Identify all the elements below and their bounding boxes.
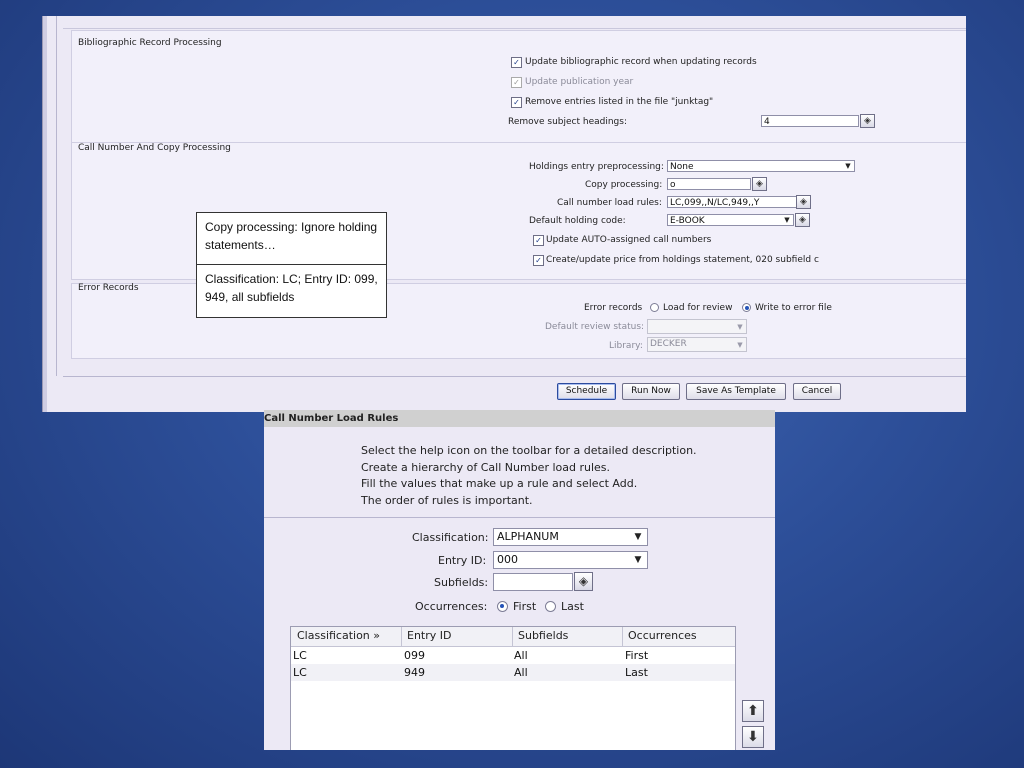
- create-price-checkbox[interactable]: ✓: [533, 255, 544, 266]
- help-diamond-icon[interactable]: ◈: [795, 213, 810, 227]
- col-divider: [622, 627, 623, 646]
- load-rules-title: Call Number Load Rules: [264, 410, 775, 427]
- update-bib-checkbox[interactable]: ✓: [511, 57, 522, 68]
- callout-copy-processing: Copy processing: Ignore holding statemen…: [196, 212, 387, 265]
- update-pub-year-label: Update publication year: [525, 77, 634, 87]
- error-records-label: Error records: [584, 303, 643, 313]
- rules-table: Classification » Entry ID Subfields Occu…: [290, 626, 736, 750]
- errors-section-title: Error Records: [78, 283, 139, 293]
- chevron-down-icon[interactable]: ▼: [632, 531, 644, 543]
- subfields-label: Subfields:: [434, 576, 489, 589]
- classification-label: Classification:: [412, 531, 489, 544]
- table-row[interactable]: LC 099 All First: [291, 647, 735, 664]
- help-diamond-icon[interactable]: ◈: [574, 572, 593, 591]
- write-error-radio[interactable]: [742, 303, 751, 312]
- instruction-line: Fill the values that make up a rule and …: [361, 477, 638, 490]
- chevron-down-icon[interactable]: ▼: [632, 554, 644, 566]
- load-review-label: Load for review: [663, 303, 733, 313]
- help-diamond-icon[interactable]: ◈: [860, 114, 875, 128]
- instructions-divider: [264, 517, 775, 518]
- col-header-occurrences[interactable]: Occurrences: [628, 627, 697, 645]
- col-header-entry-id[interactable]: Entry ID: [407, 627, 451, 645]
- load-review-radio[interactable]: [650, 303, 659, 312]
- last-label: Last: [561, 600, 584, 613]
- occurrences-label: Occurrences:: [415, 600, 488, 613]
- col-divider: [512, 627, 513, 646]
- update-pub-year-checkbox: ✓: [511, 77, 522, 88]
- default-review-label: Default review status:: [545, 322, 645, 332]
- col-header-classification[interactable]: Classification »: [297, 627, 380, 645]
- remove-subject-input[interactable]: 4: [761, 115, 859, 127]
- instruction-line: Select the help icon on the toolbar for …: [361, 444, 697, 457]
- classification-select[interactable]: ALPHANUM: [493, 528, 648, 546]
- subfields-input[interactable]: [493, 573, 573, 591]
- write-error-label: Write to error file: [755, 303, 832, 313]
- save-template-button[interactable]: Save As Template: [686, 383, 786, 400]
- cell-occurrences: First: [625, 649, 649, 662]
- update-auto-label: Update AUTO-assigned call numbers: [546, 235, 712, 245]
- chevron-down-icon: ▼: [737, 341, 743, 349]
- col-header-subfields[interactable]: Subfields: [518, 627, 568, 645]
- help-diamond-icon[interactable]: ◈: [796, 195, 811, 209]
- entry-id-label: Entry ID:: [438, 554, 487, 567]
- load-rules-input[interactable]: LC,099,,N/LC,949,,Y: [667, 196, 797, 208]
- cell-classification: LC: [293, 649, 307, 662]
- cell-entry-id: 949: [404, 666, 425, 679]
- cell-classification: LC: [293, 666, 307, 679]
- top-divider: [63, 16, 966, 29]
- table-row[interactable]: LC 949 All Last: [291, 664, 735, 681]
- run-now-button[interactable]: Run Now: [622, 383, 680, 400]
- first-radio[interactable]: [497, 601, 508, 612]
- holdings-label: Holdings entry preprocessing:: [529, 162, 664, 172]
- default-review-select: [647, 319, 747, 334]
- holdings-select[interactable]: None: [667, 160, 855, 172]
- report-settings-window: Bibliographic Record Processing ✓ Update…: [42, 16, 966, 412]
- schedule-button[interactable]: Schedule: [557, 383, 616, 400]
- arrow-down-icon[interactable]: ⬇: [742, 726, 764, 748]
- arrow-up-icon[interactable]: ⬆: [742, 700, 764, 722]
- copy-processing-label: Copy processing:: [585, 180, 663, 190]
- entry-id-select[interactable]: 000: [493, 551, 648, 569]
- update-bib-label: Update bibliographic record when updatin…: [525, 57, 757, 67]
- remove-junktag-checkbox[interactable]: ✓: [511, 97, 522, 108]
- first-label: First: [513, 600, 537, 613]
- callout-classification: Classification: LC; Entry ID: 099, 949, …: [196, 264, 387, 318]
- cancel-button[interactable]: Cancel: [793, 383, 841, 400]
- update-auto-checkbox[interactable]: ✓: [533, 235, 544, 246]
- load-rules-label: Call number load rules:: [557, 198, 662, 208]
- callno-section-title: Call Number And Copy Processing: [78, 143, 231, 153]
- copy-processing-input[interactable]: o: [667, 178, 751, 190]
- window-edge: [43, 16, 47, 412]
- last-radio[interactable]: [545, 601, 556, 612]
- library-label: Library:: [609, 341, 643, 351]
- chevron-down-icon[interactable]: ▼: [781, 214, 793, 226]
- cell-entry-id: 099: [404, 649, 425, 662]
- load-rules-window: Call Number Load Rules Select the help i…: [264, 410, 775, 750]
- remove-subject-label: Remove subject headings:: [508, 117, 627, 127]
- default-holding-label: Default holding code:: [529, 216, 626, 226]
- remove-junktag-label: Remove entries listed in the file "junkt…: [525, 97, 714, 107]
- instruction-line: Create a hierarchy of Call Number load r…: [361, 461, 611, 474]
- col-divider: [401, 627, 402, 646]
- default-holding-select[interactable]: E-BOOK: [667, 214, 794, 226]
- create-price-label: Create/update price from holdings statem…: [546, 255, 819, 265]
- cell-subfields: All: [514, 649, 528, 662]
- chevron-down-icon[interactable]: ▼: [842, 160, 854, 172]
- chevron-down-icon: ▼: [737, 323, 743, 331]
- instruction-line: The order of rules is important.: [361, 494, 533, 507]
- rules-table-header: Classification » Entry ID Subfields Occu…: [291, 627, 735, 647]
- cell-occurrences: Last: [625, 666, 648, 679]
- button-bar-divider: [63, 376, 966, 377]
- library-select: DECKER: [647, 337, 747, 352]
- cell-subfields: All: [514, 666, 528, 679]
- help-diamond-icon[interactable]: ◈: [752, 177, 767, 191]
- bib-section-title: Bibliographic Record Processing: [78, 38, 222, 48]
- window-divider: [56, 16, 57, 376]
